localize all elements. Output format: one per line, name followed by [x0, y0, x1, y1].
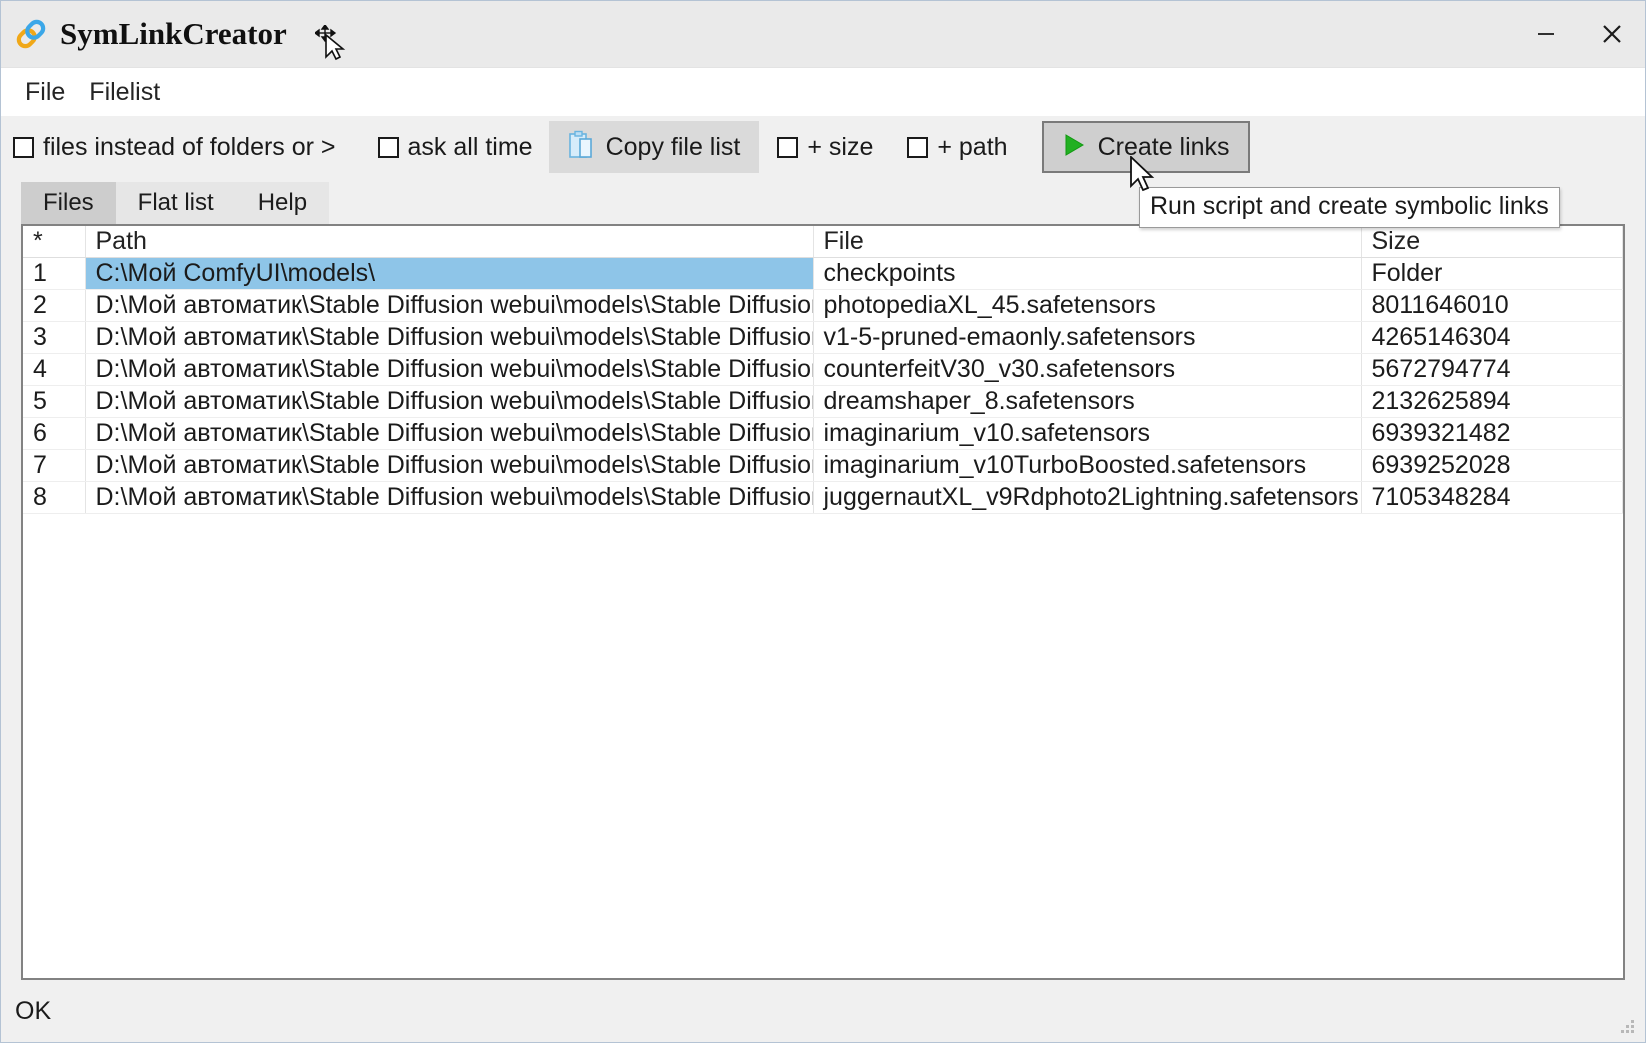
files-instead-of-folders-checkbox[interactable]: files instead of folders or >	[13, 121, 348, 173]
plus-path-checkbox[interactable]: + path	[907, 121, 1019, 173]
title-bar: SymLinkCreator	[1, 1, 1645, 68]
column-header-file[interactable]: File	[813, 226, 1362, 258]
cell-index: 3	[23, 321, 86, 354]
files-instead-of-folders-label: files instead of folders or >	[43, 132, 336, 161]
cell-file[interactable]: photopediaXL_45.safetensors	[813, 289, 1362, 322]
table-row[interactable]: 1 C:\Мой ComfyUI\models\ checkpoints Fol…	[23, 257, 1623, 290]
resize-grip[interactable]	[1617, 1016, 1637, 1036]
table-row[interactable]: 5 D:\Мой автоматик\Stable Diffusion webu…	[23, 385, 1623, 418]
plus-size-label: + size	[807, 132, 874, 161]
play-triangle-icon	[1062, 132, 1086, 163]
table-body: 1 C:\Мой ComfyUI\models\ checkpoints Fol…	[23, 257, 1623, 514]
cell-size: 6939321482	[1361, 417, 1623, 450]
cell-index: 1	[23, 257, 86, 290]
tab-flat-list-label: Flat list	[137, 189, 214, 216]
tab-files-label: Files	[43, 189, 94, 216]
cell-file[interactable]: imaginarium_v10.safetensors	[813, 417, 1362, 450]
checkbox-box	[777, 136, 799, 158]
checkbox-box	[377, 136, 399, 158]
create-links-button[interactable]: Create links	[1041, 121, 1250, 173]
menu-item-filelist[interactable]: Filelist	[77, 76, 172, 109]
cell-index: 2	[23, 289, 86, 322]
status-bar: OK	[1, 980, 1645, 1042]
cell-size: 7105348284	[1361, 481, 1623, 514]
close-button[interactable]	[1579, 1, 1645, 67]
cell-path[interactable]: D:\Мой автоматик\Stable Diffusion webui\…	[85, 321, 814, 354]
toolbar: files instead of folders or > ask all ti…	[1, 116, 1645, 178]
tab-help-label: Help	[257, 189, 308, 216]
cell-path[interactable]: D:\Мой автоматик\Stable Diffusion webui\…	[85, 449, 814, 482]
ask-all-time-checkbox[interactable]: ask all time	[377, 121, 545, 173]
cell-index: 6	[23, 417, 86, 450]
cell-size: 2132625894	[1361, 385, 1623, 418]
cell-file[interactable]: dreamshaper_8.safetensors	[813, 385, 1362, 418]
menu-bar: File Filelist	[1, 68, 1645, 116]
table-row[interactable]: 3 D:\Мой автоматик\Stable Diffusion webu…	[23, 321, 1623, 354]
file-list-grid[interactable]: * Path File Size 1 C:\Мой ComfyUI\models…	[21, 224, 1625, 980]
table-row[interactable]: 4 D:\Мой автоматик\Stable Diffusion webu…	[23, 353, 1623, 386]
window-controls	[1513, 1, 1645, 67]
chain-link-icon	[12, 15, 50, 53]
cell-size: 8011646010	[1361, 289, 1623, 322]
cell-size: Folder	[1361, 257, 1623, 290]
app-title: SymLinkCreator	[60, 16, 287, 51]
column-header-path[interactable]: Path	[85, 226, 814, 258]
cell-file[interactable]: checkpoints	[813, 257, 1362, 290]
tab-flat-list[interactable]: Flat list	[115, 182, 236, 224]
cell-path[interactable]: D:\Мой автоматик\Stable Diffusion webui\…	[85, 353, 814, 386]
tab-help[interactable]: Help	[235, 182, 330, 224]
table-row[interactable]: 7 D:\Мой автоматик\Stable Diffusion webu…	[23, 449, 1623, 482]
plus-path-label: + path	[937, 132, 1008, 161]
ask-all-time-label: ask all time	[407, 132, 533, 161]
table-header-row: * Path File Size	[23, 226, 1623, 258]
status-text: OK	[15, 996, 52, 1025]
tab-files[interactable]: Files	[21, 182, 116, 224]
cell-file[interactable]: imaginarium_v10TurboBoosted.safetensors	[813, 449, 1362, 482]
cell-path[interactable]: D:\Мой автоматик\Stable Diffusion webui\…	[85, 289, 814, 322]
copy-file-list-button[interactable]: Copy file list	[548, 121, 760, 173]
column-header-index[interactable]: *	[23, 226, 86, 258]
column-header-size[interactable]: Size	[1361, 226, 1623, 258]
cell-index: 4	[23, 353, 86, 386]
table-row[interactable]: 2 D:\Мой автоматик\Stable Diffusion webu…	[23, 289, 1623, 322]
cell-path[interactable]: D:\Мой автоматик\Stable Diffusion webui\…	[85, 481, 814, 514]
tabs-container: Files Flat list Help	[21, 182, 330, 224]
create-links-tooltip: Run script and create symbolic links	[1139, 187, 1560, 228]
checkbox-box	[13, 136, 34, 158]
create-links-label: Create links	[1097, 132, 1230, 161]
cell-size: 4265146304	[1361, 321, 1623, 354]
table-row[interactable]: 6 D:\Мой автоматик\Stable Diffusion webu…	[23, 417, 1623, 450]
cell-index: 7	[23, 449, 86, 482]
checkbox-box	[907, 136, 929, 158]
clipboard-icon	[568, 130, 594, 165]
table-row[interactable]: 8 D:\Мой автоматик\Stable Diffusion webu…	[23, 481, 1623, 514]
cell-size: 5672794774	[1361, 353, 1623, 386]
app-window: SymLinkCreator File Filelist files inste…	[0, 0, 1646, 1043]
menu-item-file[interactable]: File	[13, 76, 77, 109]
cell-file[interactable]: juggernautXL_v9Rdphoto2Lightning.safeten…	[813, 481, 1362, 514]
copy-file-list-label: Copy file list	[605, 132, 741, 161]
cell-index: 5	[23, 385, 86, 418]
cell-index: 8	[23, 481, 86, 514]
cell-file[interactable]: v1-5-pruned-emaonly.safetensors	[813, 321, 1362, 354]
file-table: * Path File Size 1 C:\Мой ComfyUI\models…	[23, 226, 1623, 514]
cell-path[interactable]: D:\Мой автоматик\Stable Diffusion webui\…	[85, 385, 814, 418]
cell-path[interactable]: D:\Мой автоматик\Stable Diffusion webui\…	[85, 417, 814, 450]
cell-path[interactable]: C:\Мой ComfyUI\models\	[85, 257, 814, 290]
plus-size-checkbox[interactable]: + size	[777, 121, 885, 173]
cell-file[interactable]: counterfeitV30_v30.safetensors	[813, 353, 1362, 386]
minimize-button[interactable]	[1513, 1, 1579, 67]
cell-size: 6939252028	[1361, 449, 1623, 482]
